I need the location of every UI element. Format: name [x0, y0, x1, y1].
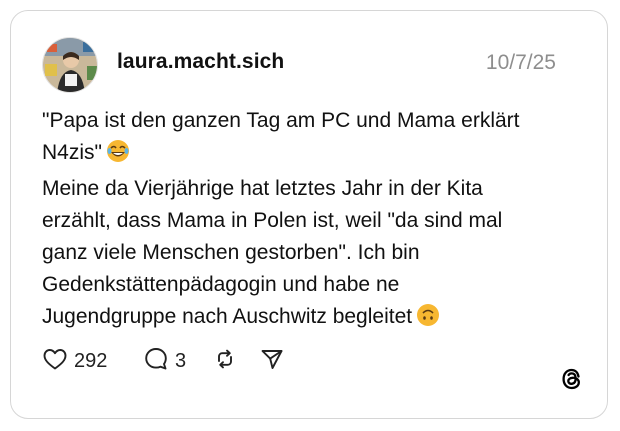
face-with-tears-of-joy-icon [106, 139, 130, 173]
post-text-line: Gedenkstättenpädagogin und habe ne [42, 273, 400, 296]
share-icon [259, 346, 285, 377]
post-text: "Papa ist den ganzen Tag am PC und Mama … [42, 105, 582, 337]
post-text-line-with-emoji: N4zis" [42, 137, 582, 173]
post-text-line: ganz viele Menschen gestorben". Ich bin [42, 241, 420, 264]
heart-icon [42, 347, 68, 376]
post-text-line: erzählt, dass Mama in Polen ist, weil "d… [42, 209, 503, 232]
avatar[interactable] [42, 37, 98, 93]
post-text-line-with-emoji: Jugendgruppe nach Auschwitz begleitet [42, 301, 582, 337]
repost-button[interactable] [212, 346, 238, 376]
post-date: 10/7/25 [485, 51, 556, 74]
post-text-line: Jugendgruppe nach Auschwitz begleitet [42, 305, 413, 328]
comment-button[interactable]: 3 [143, 346, 186, 376]
repost-icon [212, 346, 238, 377]
comment-icon [143, 346, 169, 377]
like-button[interactable]: 292 [42, 346, 107, 376]
post-card: laura.macht.sich 10/7/25 "Papa ist den g… [10, 10, 608, 419]
post-text-line: Meine da Vierjährige hat letztes Jahr in… [42, 177, 483, 200]
like-count: 292 [74, 349, 108, 372]
threads-logo-icon[interactable] [559, 366, 585, 392]
post-text-line: N4zis" [42, 141, 102, 164]
share-button[interactable] [259, 346, 285, 376]
username[interactable]: laura.macht.sich [117, 50, 284, 74]
comment-count: 3 [175, 349, 187, 372]
upside-down-face-icon [416, 303, 440, 337]
post-text-line: "Papa ist den ganzen Tag am PC und Mama … [42, 109, 520, 132]
